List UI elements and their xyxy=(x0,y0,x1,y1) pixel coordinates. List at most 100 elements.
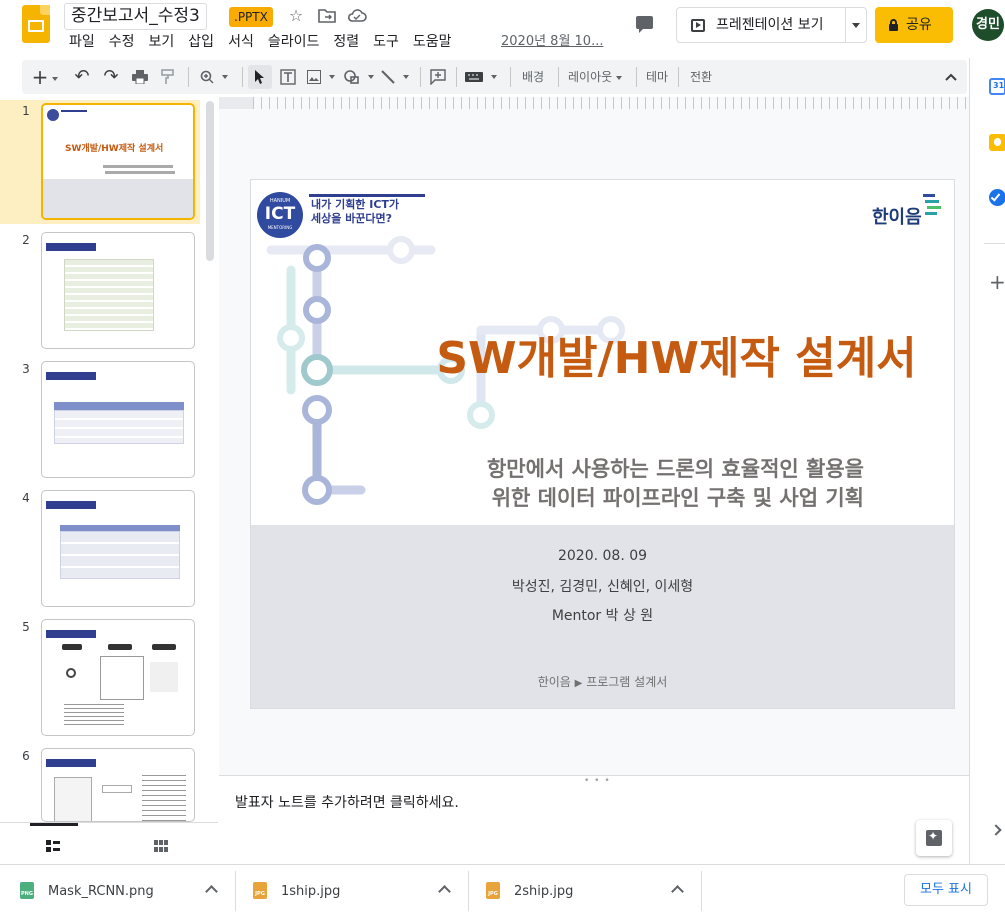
move-folder-icon[interactable] xyxy=(316,5,338,27)
toolbar: + ↶ ↷ 배경 레이아웃 테마 전환 xyxy=(22,60,967,94)
transition-button[interactable]: 전환 xyxy=(690,65,712,89)
keyboard-input-icon[interactable] xyxy=(462,65,500,89)
menu-format[interactable]: 서식 xyxy=(221,31,261,53)
slides-logo-icon[interactable] xyxy=(22,5,50,43)
slide-subtitle-2[interactable]: 위한 데이터 파이프라인 구축 및 사업 기획 xyxy=(492,483,864,513)
show-all-button[interactable]: 모두 표시 xyxy=(904,874,988,906)
slide-authors[interactable]: 박성진, 김경민, 신혜인, 이세형 xyxy=(251,576,954,596)
png-file-icon: PNG xyxy=(20,882,34,899)
paint-format-icon[interactable] xyxy=(156,65,180,89)
jpg-file-icon: JPG xyxy=(253,882,267,899)
logo-main-text: ICT xyxy=(264,204,296,224)
brand-stripes-icon xyxy=(923,194,941,215)
tasks-icon[interactable] xyxy=(989,189,1005,206)
share-button[interactable]: 공유 xyxy=(875,7,953,43)
slide-footer-right: 프로그램 설계서 xyxy=(586,675,668,689)
menu-slide[interactable]: 슬라이드 xyxy=(261,31,327,53)
star-icon[interactable]: ☆ xyxy=(285,5,307,27)
slide-thumbnail-1[interactable]: SW개발/HW제작 설계서 xyxy=(41,103,195,220)
slide-subtitle-1[interactable]: 항만에서 사용하는 드론의 효율적인 활용을 xyxy=(487,454,864,484)
print-icon[interactable] xyxy=(128,65,152,89)
background-button[interactable]: 배경 xyxy=(522,65,544,89)
theme-button[interactable]: 테마 xyxy=(646,65,668,89)
present-label: 프레젠테이션 보기 xyxy=(716,17,824,33)
slide-date[interactable]: 2020. 08. 09 xyxy=(251,548,954,564)
notes-resize-handle[interactable]: • • • xyxy=(584,776,611,786)
zoom-icon[interactable] xyxy=(194,65,234,89)
filmstrip-view-switcher xyxy=(0,822,218,864)
redo-icon[interactable]: ↷ xyxy=(99,65,123,89)
menu-tools[interactable]: 도구 xyxy=(366,31,406,53)
menu-arrange[interactable]: 정렬 xyxy=(326,31,366,53)
add-comment-icon[interactable] xyxy=(426,65,450,89)
slide-thumbnail-5[interactable] xyxy=(41,619,195,736)
download-filename: 2ship.jpg xyxy=(514,884,574,899)
menu-file[interactable]: 파일 xyxy=(62,31,102,53)
add-addon-plus-icon[interactable]: + xyxy=(989,272,1005,292)
slide-footer[interactable]: 한이음 ▶ 프로그램 설계서 xyxy=(251,673,954,690)
download-options-chevron-icon[interactable] xyxy=(205,885,218,898)
footer-triangle-icon: ▶ xyxy=(574,678,583,689)
ruler-corner xyxy=(219,97,253,109)
lock-icon xyxy=(889,19,898,31)
insert-image-icon[interactable] xyxy=(304,65,338,89)
menu-help[interactable]: 도움말 xyxy=(406,31,459,53)
filmstrip-scrollbar[interactable] xyxy=(206,101,214,261)
slide-thumbnail-2[interactable] xyxy=(41,232,195,349)
calendar-icon[interactable]: 31 xyxy=(989,78,1005,95)
present-button[interactable]: 프레젠테이션 보기 xyxy=(676,7,867,43)
menu-view[interactable]: 보기 xyxy=(142,31,182,53)
comment-history-icon[interactable] xyxy=(634,14,656,34)
slide-filmstrip: 1 SW개발/HW제작 설계서 2 3 4 5 6 xyxy=(0,97,218,822)
speaker-notes-placeholder[interactable]: 발표자 노트를 추가하려면 클릭하세요. xyxy=(235,792,459,812)
expand-panel-chevron-icon[interactable] xyxy=(990,824,1002,836)
explore-icon xyxy=(926,829,942,846)
present-icon xyxy=(691,19,705,32)
document-title-input[interactable]: 중간보고서_수정3 xyxy=(64,3,207,30)
menu-edit[interactable]: 수정 xyxy=(102,31,142,53)
select-cursor-icon[interactable] xyxy=(248,65,272,89)
layout-button[interactable]: 레이아웃 xyxy=(568,65,622,89)
slide-number: 1 xyxy=(22,104,30,118)
slide-thumbnail-3[interactable] xyxy=(41,361,195,478)
filmstrip-view-icon[interactable] xyxy=(46,837,60,856)
download-filename: Mask_RCNN.png xyxy=(48,884,154,899)
slide-thumbnail-4[interactable] xyxy=(41,490,195,607)
download-bar: PNG Mask_RCNN.png JPG 1ship.jpg JPG 2shi… xyxy=(0,864,1005,914)
account-avatar[interactable]: 경민 xyxy=(972,9,1004,41)
thumbnail-title: SW개발/HW제작 설계서 xyxy=(65,144,164,154)
slide-footer-left: 한이음 xyxy=(537,675,571,689)
slide-canvas[interactable]: HANIUM ICT MENTORING 내가 기획한 ICT가 세상을 바꾼다… xyxy=(251,180,954,708)
speaker-notes[interactable]: • • • 발표자 노트를 추가하려면 클릭하세요. xyxy=(219,775,969,864)
collapse-toolbar-chevron-up-icon[interactable] xyxy=(940,65,962,89)
new-slide-plus-icon[interactable]: + xyxy=(26,65,64,89)
present-dropdown-chevron-icon[interactable] xyxy=(847,8,867,42)
grid-view-icon[interactable] xyxy=(154,837,168,856)
app-header: 중간보고서_수정3 .PPTX ☆ 파일 수정 보기 삽입 서식 슬라이드 정렬… xyxy=(0,0,1005,58)
hanieum-brand-logo: 한이음 xyxy=(872,207,922,228)
shape-icon[interactable] xyxy=(342,65,376,89)
logo-bottom-text: MENTORING xyxy=(267,225,293,230)
slide-tagline-1: 내가 기획한 ICT가 xyxy=(311,198,400,211)
jpg-file-icon: JPG xyxy=(486,882,500,899)
horizontal-ruler[interactable] xyxy=(253,97,969,109)
slide-mentor[interactable]: Mentor 박 상 원 xyxy=(251,605,954,625)
undo-icon[interactable]: ↶ xyxy=(70,65,94,89)
line-icon[interactable] xyxy=(378,65,412,89)
slide-tagline-2: 세상을 바꾼다면? xyxy=(311,212,393,225)
explore-button[interactable] xyxy=(916,820,952,856)
menu-insert[interactable]: 삽입 xyxy=(181,31,221,53)
file-extension-badge: .PPTX xyxy=(229,7,273,27)
menu-bar: 파일 수정 보기 삽입 서식 슬라이드 정렬 도구 도움말 xyxy=(62,31,459,53)
download-options-chevron-icon[interactable] xyxy=(671,885,684,898)
slide-main-title[interactable]: SW개발/HW제작 설계서 xyxy=(251,330,954,388)
slide-number: 3 xyxy=(22,362,30,376)
slide-thumbnail-6[interactable] xyxy=(41,748,195,822)
cloud-saved-icon[interactable] xyxy=(346,5,368,27)
keep-icon[interactable] xyxy=(989,134,1005,151)
slide-number: 2 xyxy=(22,233,30,247)
last-edit-link[interactable]: 2020년 8월 10... xyxy=(501,31,603,53)
text-box-icon[interactable] xyxy=(276,65,300,89)
download-options-chevron-icon[interactable] xyxy=(438,885,451,898)
download-filename: 1ship.jpg xyxy=(281,884,341,899)
